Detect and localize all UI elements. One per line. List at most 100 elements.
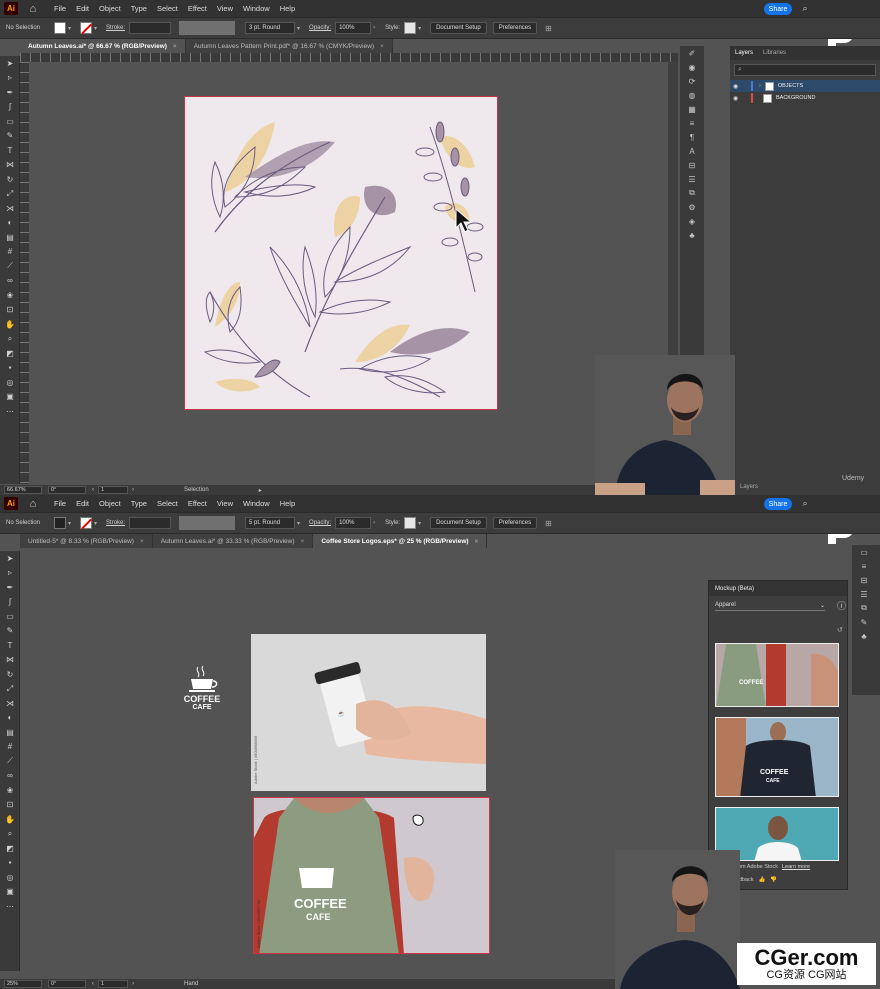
- paintbrush-tool-icon[interactable]: ✎: [0, 624, 20, 639]
- category-dropdown[interactable]: Apparel ⌄: [715, 600, 825, 611]
- preferences-button[interactable]: Preferences: [492, 517, 538, 529]
- close-icon[interactable]: ×: [475, 538, 479, 545]
- variable-width-profile[interactable]: [179, 516, 236, 530]
- export-icon[interactable]: ⊟: [852, 573, 876, 587]
- prev-artboard-icon[interactable]: ‹: [92, 981, 94, 987]
- mockup-thumb-tshirt[interactable]: COFFEE CAFE: [715, 717, 839, 797]
- panel-menu-icon[interactable]: ≡: [852, 559, 876, 573]
- draw-mode-icon[interactable]: ◎: [0, 870, 20, 885]
- close-icon[interactable]: ×: [140, 538, 144, 545]
- chevron-down-icon[interactable]: ▾: [418, 520, 424, 527]
- thumbs-up-icon[interactable]: 👍: [759, 877, 766, 883]
- direct-selection-tool-icon[interactable]: ▹: [0, 71, 20, 86]
- share-button[interactable]: Share: [764, 498, 792, 510]
- direct-selection-tool-icon[interactable]: ▹: [0, 566, 20, 581]
- arrange-icon[interactable]: ⊞: [545, 24, 552, 33]
- rectangle-tool-icon[interactable]: ▭: [0, 114, 20, 129]
- stroke-weight-field[interactable]: [129, 517, 172, 529]
- blend-tool-icon[interactable]: ∞: [0, 274, 20, 289]
- rotate-view-field[interactable]: 0°: [48, 486, 86, 494]
- layer-name[interactable]: BACKGROUND: [776, 95, 815, 101]
- mockup-thumb-apron[interactable]: COFFEE: [715, 643, 839, 707]
- home-icon[interactable]: ⌂: [26, 497, 40, 511]
- menu-edit[interactable]: Edit: [76, 4, 89, 13]
- visibility-eye-icon[interactable]: ◉: [733, 95, 743, 102]
- properties-icon[interactable]: ✐: [680, 46, 704, 60]
- menu-view[interactable]: View: [217, 4, 233, 13]
- blend-tool-icon[interactable]: ∞: [0, 769, 20, 784]
- layer-name[interactable]: OBJECTS: [778, 83, 803, 89]
- color-guide-icon[interactable]: ◍: [680, 88, 704, 102]
- chevron-down-icon[interactable]: ▾: [94, 25, 100, 32]
- swatches-icon[interactable]: ▦: [680, 102, 704, 116]
- color-icon[interactable]: ◉: [680, 60, 704, 74]
- chevron-down-icon[interactable]: ▾: [94, 520, 100, 527]
- style-swatch[interactable]: [404, 22, 417, 34]
- opacity-field[interactable]: 100%: [335, 517, 372, 529]
- menu-type[interactable]: Type: [131, 499, 147, 508]
- document-setup-button[interactable]: Document Setup: [430, 22, 487, 34]
- next-artboard-icon[interactable]: ›: [132, 981, 134, 987]
- zoom-tool-icon[interactable]: ⌕: [0, 827, 20, 842]
- appearance-icon[interactable]: ⚙: [680, 200, 704, 214]
- chevron-down-icon[interactable]: ▾: [418, 25, 424, 32]
- eyedropper-tool-icon[interactable]: ⟋: [0, 259, 20, 274]
- symbol-sprayer-tool-icon[interactable]: ❀: [0, 288, 20, 303]
- fill-swatch[interactable]: [54, 517, 67, 529]
- transform-icon[interactable]: ⊟: [680, 158, 704, 172]
- eyedropper-tool-icon[interactable]: ⟋: [0, 754, 20, 769]
- prev-artboard-icon[interactable]: ‹: [92, 487, 94, 493]
- screen-mode-icon[interactable]: ▣: [0, 390, 20, 405]
- chevron-down-icon[interactable]: ▾: [297, 25, 303, 32]
- selection-tool-icon[interactable]: ➤: [0, 56, 20, 71]
- menu-object[interactable]: Object: [99, 4, 121, 13]
- menu-help[interactable]: Help: [280, 4, 295, 13]
- layer-row-objects[interactable]: ◉ › OBJECTS: [730, 80, 880, 92]
- brush-definition-field[interactable]: 5 pt. Round: [245, 517, 296, 529]
- screen-mode-icon[interactable]: ▣: [0, 885, 20, 900]
- thumbs-down-icon[interactable]: 👎: [770, 877, 777, 883]
- brush-library-icon[interactable]: ✎: [852, 615, 876, 629]
- character-icon[interactable]: A: [680, 144, 704, 158]
- search-icon[interactable]: ⌕: [800, 3, 810, 13]
- chevron-right-icon[interactable]: ›: [759, 83, 761, 89]
- artboard-autumn-leaves[interactable]: [184, 96, 498, 410]
- close-icon[interactable]: ×: [380, 43, 384, 50]
- menu-object[interactable]: Object: [99, 499, 121, 508]
- tab-autumn-leaves[interactable]: Autumn Leaves.ai* @ 33.33 % (RGB/Preview…: [152, 534, 314, 548]
- arrange-icon[interactable]: ⊞: [545, 519, 552, 528]
- brushes-icon[interactable]: ≡: [680, 116, 704, 130]
- selection-tool-icon[interactable]: ➤: [0, 551, 20, 566]
- gradient-tool-icon[interactable]: ▤: [0, 230, 20, 245]
- pen-tool-icon[interactable]: ✒: [0, 85, 20, 100]
- more-tools-icon[interactable]: ⋯: [0, 404, 20, 419]
- menu-select[interactable]: Select: [157, 4, 178, 13]
- chevron-down-icon[interactable]: ▾: [297, 520, 303, 527]
- preferences-button[interactable]: Preferences: [492, 22, 538, 34]
- artboard-number-field[interactable]: 1: [98, 980, 128, 988]
- help-icon[interactable]: ⓘ: [837, 599, 846, 612]
- document-setup-button[interactable]: Document Setup: [430, 517, 487, 529]
- width-tool-icon[interactable]: ⋊: [0, 696, 20, 711]
- fill-stroke-icon[interactable]: ◩: [0, 346, 20, 361]
- more-tools-icon[interactable]: ⋯: [0, 899, 20, 914]
- style-swatch[interactable]: [404, 517, 417, 529]
- variable-width-profile[interactable]: [179, 21, 236, 35]
- artboard-tool-icon[interactable]: ⊡: [0, 303, 20, 318]
- hand-tool-icon[interactable]: ✋: [0, 317, 20, 332]
- color-mode-icon[interactable]: ▪: [0, 856, 20, 871]
- chevron-right-icon[interactable]: ›: [373, 520, 379, 526]
- pen-tool-icon[interactable]: ✒: [0, 580, 20, 595]
- zoom-field[interactable]: 25%: [4, 980, 42, 988]
- type-tool-icon[interactable]: T: [0, 143, 20, 158]
- zoom-tool-icon[interactable]: ⌕: [0, 332, 20, 347]
- tab-untitled-5[interactable]: Untitled-5* @ 8.33 % (RGB/Preview) ×: [20, 534, 153, 548]
- cup-mockup-artboard[interactable]: ☕ Adobe Stock | #500998856: [251, 634, 486, 791]
- zoom-field[interactable]: 66.67%: [4, 486, 42, 494]
- tab-autumn-leaves[interactable]: Autumn Leaves.ai* @ 66.67 % (RGB/Preview…: [20, 39, 186, 53]
- chevron-down-icon[interactable]: ▾: [68, 25, 74, 32]
- symbols-icon[interactable]: ♣: [680, 228, 704, 242]
- pattern-icon[interactable]: ⟳: [680, 74, 704, 88]
- reflect-tool-icon[interactable]: ⋈: [0, 653, 20, 668]
- menu-effect[interactable]: Effect: [188, 499, 207, 508]
